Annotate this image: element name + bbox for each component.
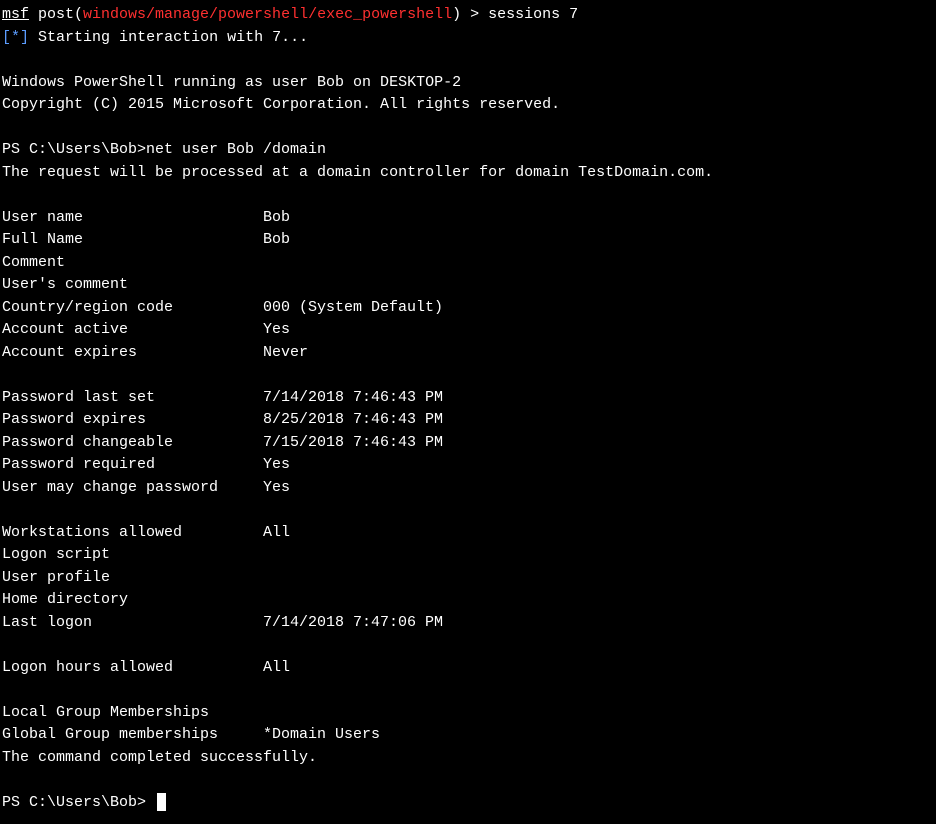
bracket-close: ] xyxy=(20,29,29,46)
field-row: Account expiresNever xyxy=(0,342,936,365)
field-row: Password last set7/14/2018 7:46:43 PM xyxy=(0,387,936,410)
blank-line xyxy=(0,634,936,657)
field-row: Full NameBob xyxy=(0,229,936,252)
field-value: *Domain Users xyxy=(263,726,380,743)
field-value: All xyxy=(263,524,290,541)
ps-prompt-line-2[interactable]: PS C:\Users\Bob> xyxy=(0,792,936,815)
asterisk: * xyxy=(11,29,20,46)
ps-prompt-line-1: PS C:\Users\Bob>net user Bob /domain xyxy=(0,139,936,162)
field-value: Never xyxy=(263,344,308,361)
ps-prompt: PS C:\Users\Bob> xyxy=(2,141,146,158)
field-row: User's comment xyxy=(0,274,936,297)
field-value: 7/14/2018 7:46:43 PM xyxy=(263,389,443,406)
field-label: Global Group memberships xyxy=(2,724,263,747)
msf-label: msf xyxy=(2,6,29,23)
field-row: User profile xyxy=(0,567,936,590)
field-label: Password expires xyxy=(2,409,263,432)
field-value: Bob xyxy=(263,209,290,226)
field-row: Comment xyxy=(0,252,936,275)
field-value: Yes xyxy=(263,456,290,473)
banner-line-2: Copyright (C) 2015 Microsoft Corporation… xyxy=(0,94,936,117)
field-value: All xyxy=(263,659,290,676)
starting-line: [*] Starting interaction with 7... xyxy=(0,27,936,50)
field-value: Yes xyxy=(263,321,290,338)
blank-line xyxy=(0,679,936,702)
blank-line xyxy=(0,184,936,207)
field-row: Home directory xyxy=(0,589,936,612)
post-close: ) > xyxy=(452,6,488,23)
user-info-block-2: Password last set7/14/2018 7:46:43 PMPas… xyxy=(0,387,936,500)
domain-message: The request will be processed at a domai… xyxy=(0,162,936,185)
cursor-icon xyxy=(157,793,166,811)
field-label: Home directory xyxy=(2,589,263,612)
field-label: Local Group Memberships xyxy=(2,702,263,725)
field-row: Last logon7/14/2018 7:47:06 PM xyxy=(0,612,936,635)
user-info-block-3: Workstations allowedAllLogon scriptUser … xyxy=(0,522,936,635)
field-label: Last logon xyxy=(2,612,263,635)
field-label: Account expires xyxy=(2,342,263,365)
module-path: windows/manage/powershell/exec_powershel… xyxy=(83,6,452,23)
field-label: User name xyxy=(2,207,263,230)
bracket-open: [ xyxy=(2,29,11,46)
field-label: Account active xyxy=(2,319,263,342)
field-row: Password requiredYes xyxy=(0,454,936,477)
field-row: Workstations allowedAll xyxy=(0,522,936,545)
field-row: Logon script xyxy=(0,544,936,567)
user-info-block-1: User nameBobFull NameBobCommentUser's co… xyxy=(0,207,936,365)
field-label: User's comment xyxy=(2,274,263,297)
field-row: User may change passwordYes xyxy=(0,477,936,500)
starting-text: Starting interaction with 7... xyxy=(29,29,308,46)
field-row: Password expires8/25/2018 7:46:43 PM xyxy=(0,409,936,432)
field-value: 7/15/2018 7:46:43 PM xyxy=(263,434,443,451)
blank-line xyxy=(0,117,936,140)
user-info-block-5: Local Group MembershipsGlobal Group memb… xyxy=(0,702,936,747)
field-label: User profile xyxy=(2,567,263,590)
field-label: Workstations allowed xyxy=(2,522,263,545)
field-value: 000 (System Default) xyxy=(263,299,443,316)
field-value: 8/25/2018 7:46:43 PM xyxy=(263,411,443,428)
field-label: Password required xyxy=(2,454,263,477)
msf-prompt-line: msf post(windows/manage/powershell/exec_… xyxy=(0,4,936,27)
field-row: Account activeYes xyxy=(0,319,936,342)
banner-line-1: Windows PowerShell running as user Bob o… xyxy=(0,72,936,95)
msf-command: sessions 7 xyxy=(488,6,578,23)
field-label: Logon script xyxy=(2,544,263,567)
field-label: Logon hours allowed xyxy=(2,657,263,680)
blank-line xyxy=(0,364,936,387)
field-row: Password changeable7/15/2018 7:46:43 PM xyxy=(0,432,936,455)
ps-command: net user Bob /domain xyxy=(146,141,326,158)
field-row: Logon hours allowedAll xyxy=(0,657,936,680)
field-label: Comment xyxy=(2,252,263,275)
field-label: Password last set xyxy=(2,387,263,410)
field-label: User may change password xyxy=(2,477,263,500)
field-label: Password changeable xyxy=(2,432,263,455)
field-value: 7/14/2018 7:47:06 PM xyxy=(263,614,443,631)
field-row: Country/region code000 (System Default) xyxy=(0,297,936,320)
field-label: Full Name xyxy=(2,229,263,252)
field-value: Yes xyxy=(263,479,290,496)
terminal-output[interactable]: msf post(windows/manage/powershell/exec_… xyxy=(0,4,936,814)
field-value: Bob xyxy=(263,231,290,248)
blank-line xyxy=(0,769,936,792)
field-row: Local Group Memberships xyxy=(0,702,936,725)
field-row: User nameBob xyxy=(0,207,936,230)
blank-line xyxy=(0,499,936,522)
field-label: Country/region code xyxy=(2,297,263,320)
ps-prompt: PS C:\Users\Bob> xyxy=(2,794,155,811)
field-row: Global Group memberships*Domain Users xyxy=(0,724,936,747)
blank-line xyxy=(0,49,936,72)
post-open: post( xyxy=(29,6,83,23)
user-info-block-4: Logon hours allowedAll xyxy=(0,657,936,680)
completed-line: The command completed successfully. xyxy=(0,747,936,770)
